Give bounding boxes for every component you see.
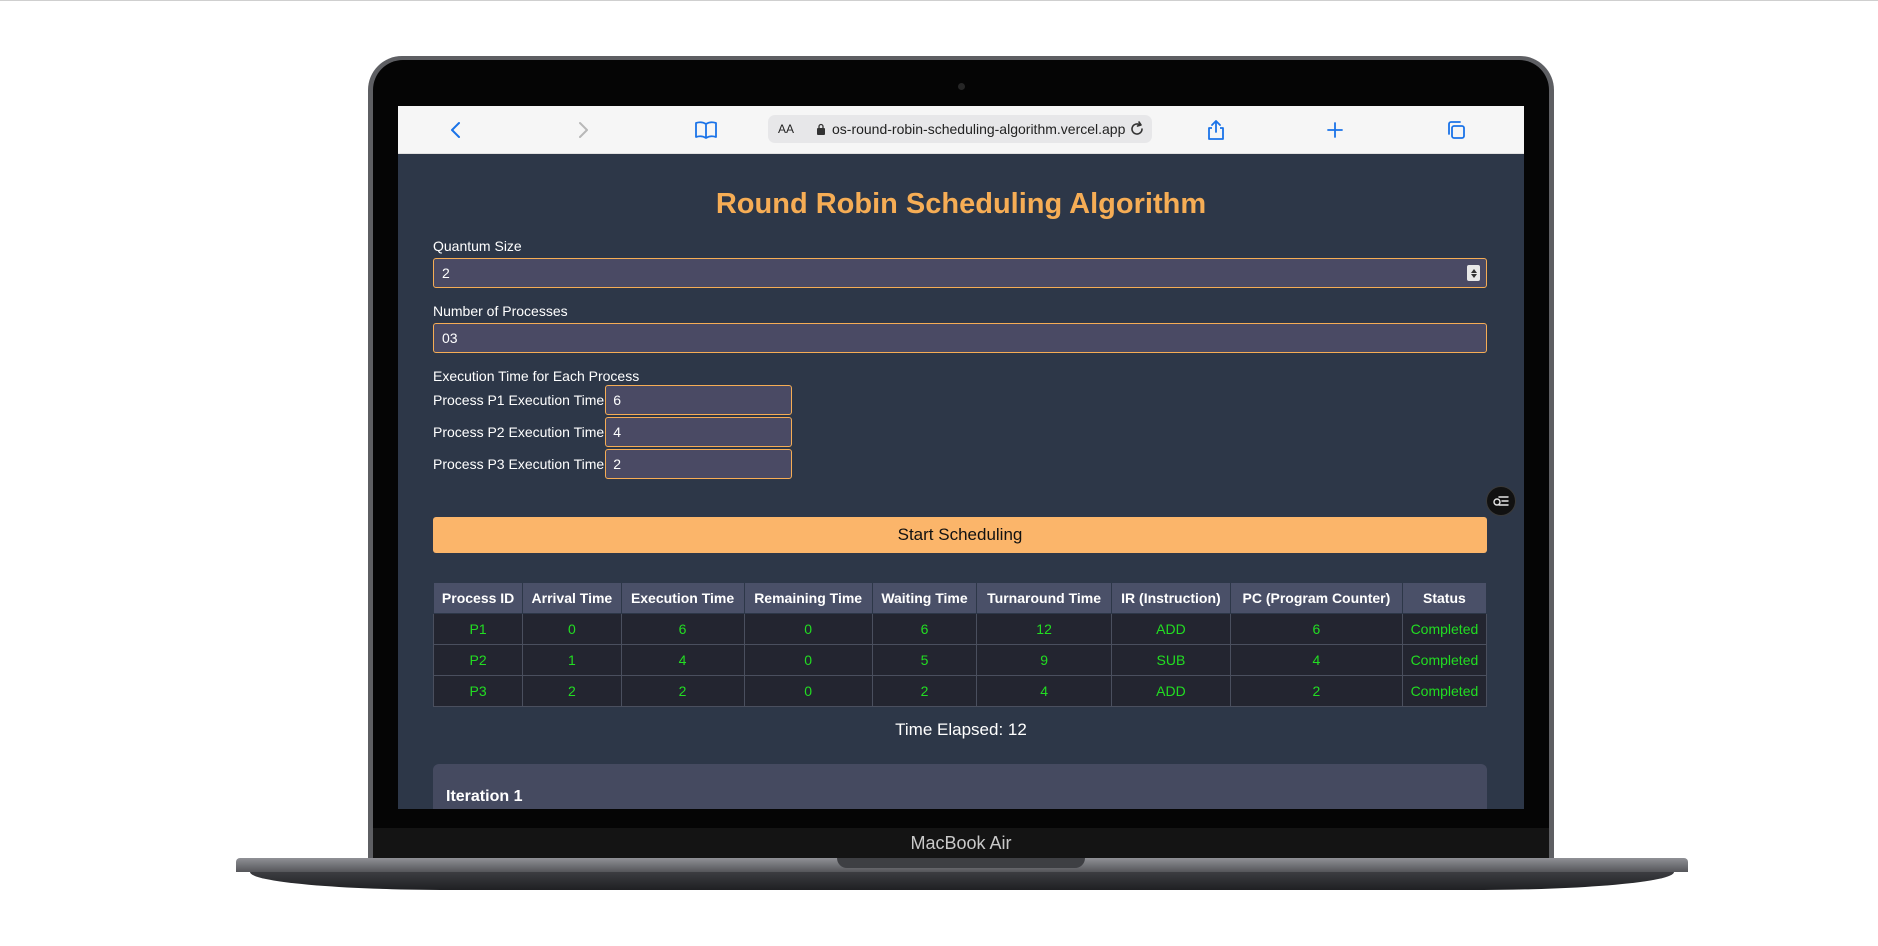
num-processes-value: 03	[442, 330, 458, 346]
forward-button[interactable]	[569, 116, 597, 144]
exec-time-section-label: Execution Time for Each Process	[433, 368, 640, 384]
process-row-p1: Process P1 Execution Time 6	[433, 385, 793, 415]
table-cell: 0	[743, 675, 873, 707]
bookmarks-button[interactable]	[692, 116, 720, 144]
quantum-label: Quantum Size	[433, 238, 522, 254]
start-scheduling-button[interactable]: Start Scheduling	[433, 517, 1487, 553]
share-button[interactable]	[1202, 116, 1230, 144]
table-cell: SUB	[1110, 644, 1231, 676]
table-row: P2 1 4 0 5 9 SUB 4 Completed	[432, 644, 1488, 676]
plus-icon	[1327, 122, 1343, 138]
table-header-row: Process ID Arrival Time Execution Time R…	[432, 582, 1488, 614]
table-cell: ADD	[1110, 675, 1231, 707]
col-header: Remaining Time	[743, 582, 873, 614]
browser-toolbar: AA os-round-robin-scheduling-algorithm.v…	[398, 106, 1524, 154]
quantum-value: 2	[442, 265, 450, 281]
top-divider	[0, 0, 1878, 1]
chevron-left-icon	[451, 122, 460, 138]
table-cell: 1	[522, 644, 622, 676]
screen: AA os-round-robin-scheduling-algorithm.v…	[398, 106, 1524, 809]
table-cell: P1	[432, 613, 524, 645]
process-p2-input[interactable]: 4	[605, 417, 793, 447]
address-bar[interactable]: AA os-round-robin-scheduling-algorithm.v…	[768, 115, 1152, 143]
table-cell: 6	[620, 613, 745, 645]
app-page: Round Robin Scheduling Algorithm Quantum…	[398, 154, 1524, 809]
table-cell: 2	[1229, 675, 1403, 707]
table-cell: Completed	[1401, 613, 1488, 645]
process-p1-label: Process P1 Execution Time	[433, 392, 605, 408]
process-p3-input[interactable]: 2	[605, 449, 793, 479]
num-processes-input[interactable]: 03	[433, 323, 1487, 353]
floating-widget-button[interactable]	[1486, 486, 1516, 516]
table-cell: 4	[976, 675, 1112, 707]
table-cell: 12	[976, 613, 1112, 645]
process-p2-label: Process P2 Execution Time	[433, 424, 605, 440]
table-cell: P3	[432, 675, 524, 707]
table-row: P1 0 6 0 6 12 ADD 6 Completed	[432, 613, 1488, 645]
tabs-icon	[1448, 121, 1465, 139]
table-cell: Completed	[1401, 675, 1488, 707]
table-cell: 0	[743, 644, 873, 676]
col-header: Waiting Time	[871, 582, 978, 614]
table-cell: 2	[620, 675, 745, 707]
camera-icon	[958, 83, 965, 90]
table-cell: 4	[1229, 644, 1403, 676]
col-header: PC (Program Counter)	[1229, 582, 1403, 614]
lock-icon	[817, 123, 825, 135]
iteration-panel: Iteration 1	[433, 764, 1487, 809]
number-spinner-icon[interactable]	[1467, 265, 1480, 281]
table-cell: 2	[871, 675, 978, 707]
table-cell: P2	[432, 644, 524, 676]
iteration-title: Iteration 1	[446, 788, 523, 805]
process-p1-input[interactable]: 6	[605, 385, 793, 415]
table-cell: ADD	[1110, 613, 1231, 645]
results-table: Process ID Arrival Time Execution Time R…	[432, 582, 1488, 707]
col-header: Arrival Time	[522, 582, 622, 614]
process-row-p3: Process P3 Execution Time 2	[433, 449, 793, 479]
reload-icon[interactable]	[1128, 120, 1146, 138]
col-header: IR (Instruction)	[1110, 582, 1231, 614]
table-row: P3 2 2 0 2 4 ADD 2 Completed	[432, 675, 1488, 707]
share-icon	[1208, 120, 1224, 140]
url-text: os-round-robin-scheduling-algorithm.verc…	[832, 121, 1126, 137]
device-label: MacBook Air	[910, 833, 1012, 853]
table-cell: 6	[871, 613, 978, 645]
num-processes-label: Number of Processes	[433, 303, 568, 319]
col-header: Process ID	[432, 582, 524, 614]
tabs-overview-button[interactable]	[1442, 116, 1470, 144]
laptop-base-bottom	[250, 872, 1674, 890]
table-cell: 2	[522, 675, 622, 707]
col-header: Execution Time	[620, 582, 745, 614]
table-cell: 5	[871, 644, 978, 676]
book-icon	[695, 121, 717, 139]
page-title: Round Robin Scheduling Algorithm	[715, 188, 1207, 220]
col-header: Status	[1401, 582, 1488, 614]
settings-sliders-icon	[1493, 496, 1509, 506]
table-cell: 0	[522, 613, 622, 645]
table-cell: 9	[976, 644, 1112, 676]
laptop-hinge-notch	[837, 858, 1085, 868]
time-elapsed: Time Elapsed: 12	[895, 720, 1027, 739]
table-cell: 4	[620, 644, 745, 676]
col-header: Turnaround Time	[976, 582, 1112, 614]
process-row-p2: Process P2 Execution Time 4	[433, 417, 793, 447]
quantum-input[interactable]: 2	[433, 258, 1487, 288]
table-cell: 0	[743, 613, 873, 645]
chevron-right-icon	[579, 122, 588, 138]
table-cell: Completed	[1401, 644, 1488, 676]
text-size-button[interactable]: AA	[778, 122, 794, 136]
process-p3-label: Process P3 Execution Time	[433, 456, 605, 472]
table-cell: 6	[1229, 613, 1403, 645]
back-button[interactable]	[442, 116, 470, 144]
new-tab-button[interactable]	[1321, 116, 1349, 144]
